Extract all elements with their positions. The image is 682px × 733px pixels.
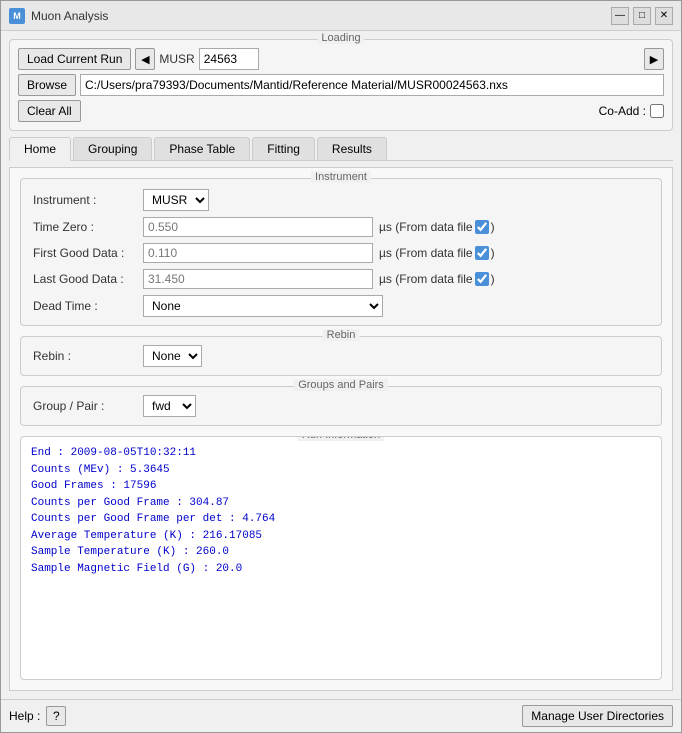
- prev-run-button[interactable]: ◀: [135, 48, 155, 70]
- minimize-button[interactable]: —: [611, 7, 629, 25]
- tab-grouping[interactable]: Grouping: [73, 137, 152, 160]
- dead-time-row: Dead Time : None: [33, 295, 649, 317]
- time-zero-row: Time Zero : µs (From data file ): [33, 217, 649, 237]
- tab-phase-table[interactable]: Phase Table: [154, 137, 250, 160]
- next-run-button[interactable]: ▶: [644, 48, 664, 70]
- run-info-line: Average Temperature (K) : 216.17085: [31, 528, 651, 545]
- time-zero-input[interactable]: [143, 217, 373, 237]
- help-section: Help : ?: [9, 706, 66, 726]
- window-controls: — □ ✕: [611, 7, 673, 25]
- groups-section-label: Groups and Pairs: [294, 379, 388, 391]
- run-info-line: Good Frames : 17596: [31, 478, 651, 495]
- instrument-row: Instrument : MUSR EMU HIFI: [33, 189, 649, 211]
- musr-label: MUSR: [159, 52, 194, 66]
- tab-results[interactable]: Results: [317, 137, 387, 160]
- run-info-line: End : 2009-08-05T10:32:11: [31, 445, 651, 462]
- time-zero-checkbox[interactable]: [475, 220, 489, 234]
- first-good-label: First Good Data :: [33, 246, 143, 260]
- run-info-line: Counts per Good Frame per det : 4.764: [31, 511, 651, 528]
- last-good-suffix: µs (From data file ): [379, 272, 495, 286]
- run-info-content[interactable]: End : 2009-08-05T10:32:11Counts (MEv) : …: [25, 441, 657, 675]
- rebin-section-label: Rebin: [323, 329, 360, 341]
- instrument-section-label: Instrument: [311, 171, 371, 183]
- rebin-row: Rebin : None: [33, 345, 649, 367]
- run-info-line: Sample Magnetic Field (G) : 20.0: [31, 561, 651, 578]
- title-bar: M Muon Analysis — □ ✕: [1, 1, 681, 31]
- dead-time-select[interactable]: None: [143, 295, 383, 317]
- group-pair-label: Group / Pair :: [33, 399, 143, 413]
- group-pair-select[interactable]: fwd bwd: [143, 395, 196, 417]
- coadd-checkbox[interactable]: [650, 104, 664, 118]
- dead-time-label: Dead Time :: [33, 299, 143, 313]
- last-good-input[interactable]: [143, 269, 373, 289]
- loading-row3: Clear All Co-Add :: [18, 100, 664, 122]
- coadd-section: Co-Add :: [599, 104, 664, 118]
- run-info-section-label: Run Information: [298, 436, 384, 441]
- content-area: Loading Load Current Run ◀ MUSR ▶ Browse…: [1, 31, 681, 699]
- main-window: M Muon Analysis — □ ✕ Loading Load Curre…: [0, 0, 682, 733]
- first-good-row: First Good Data : µs (From data file ): [33, 243, 649, 263]
- tabs-bar: Home Grouping Phase Table Fitting Result…: [9, 137, 673, 161]
- run-info-line: Counts per Good Frame : 304.87: [31, 495, 651, 512]
- app-icon: M: [9, 8, 25, 24]
- load-current-run-button[interactable]: Load Current Run: [18, 48, 131, 70]
- first-good-suffix: µs (From data file ): [379, 246, 495, 260]
- tab-home[interactable]: Home: [9, 137, 71, 161]
- rebin-label: Rebin :: [33, 349, 143, 363]
- help-label: Help :: [9, 709, 40, 723]
- rebin-section: Rebin Rebin : None: [20, 336, 662, 376]
- time-zero-label: Time Zero :: [33, 220, 143, 234]
- close-button[interactable]: ✕: [655, 7, 673, 25]
- coadd-label: Co-Add :: [599, 104, 646, 118]
- groups-section: Groups and Pairs Group / Pair : fwd bwd: [20, 386, 662, 426]
- last-good-checkbox[interactable]: [475, 272, 489, 286]
- tab-fitting[interactable]: Fitting: [252, 137, 315, 160]
- loading-section: Loading Load Current Run ◀ MUSR ▶ Browse…: [9, 39, 673, 131]
- clear-all-button[interactable]: Clear All: [18, 100, 81, 122]
- file-path-input[interactable]: [80, 74, 664, 96]
- main-content-area: Instrument Instrument : MUSR EMU HIFI Ti…: [9, 167, 673, 691]
- time-zero-suffix: µs (From data file ): [379, 220, 495, 234]
- loading-section-label: Loading: [317, 32, 364, 44]
- browse-button[interactable]: Browse: [18, 74, 76, 96]
- instrument-section: Instrument Instrument : MUSR EMU HIFI Ti…: [20, 178, 662, 326]
- help-button[interactable]: ?: [46, 706, 66, 726]
- run-number-input[interactable]: [199, 48, 259, 70]
- run-info-section: Run Information End : 2009-08-05T10:32:1…: [20, 436, 662, 680]
- first-good-input[interactable]: [143, 243, 373, 263]
- rebin-select[interactable]: None: [143, 345, 202, 367]
- loading-row2: Browse: [18, 74, 664, 96]
- last-good-row: Last Good Data : µs (From data file ): [33, 269, 649, 289]
- loading-row1: Load Current Run ◀ MUSR ▶: [18, 48, 664, 70]
- window-title: Muon Analysis: [31, 9, 605, 23]
- instrument-select[interactable]: MUSR EMU HIFI: [143, 189, 209, 211]
- manage-user-dirs-button[interactable]: Manage User Directories: [522, 705, 673, 727]
- footer: Help : ? Manage User Directories: [1, 699, 681, 732]
- first-good-checkbox[interactable]: [475, 246, 489, 260]
- maximize-button[interactable]: □: [633, 7, 651, 25]
- instrument-label: Instrument :: [33, 193, 143, 207]
- run-info-line: Sample Temperature (K) : 260.0: [31, 544, 651, 561]
- run-info-line: Counts (MEv) : 5.3645: [31, 462, 651, 479]
- group-pair-row: Group / Pair : fwd bwd: [33, 395, 649, 417]
- last-good-label: Last Good Data :: [33, 272, 143, 286]
